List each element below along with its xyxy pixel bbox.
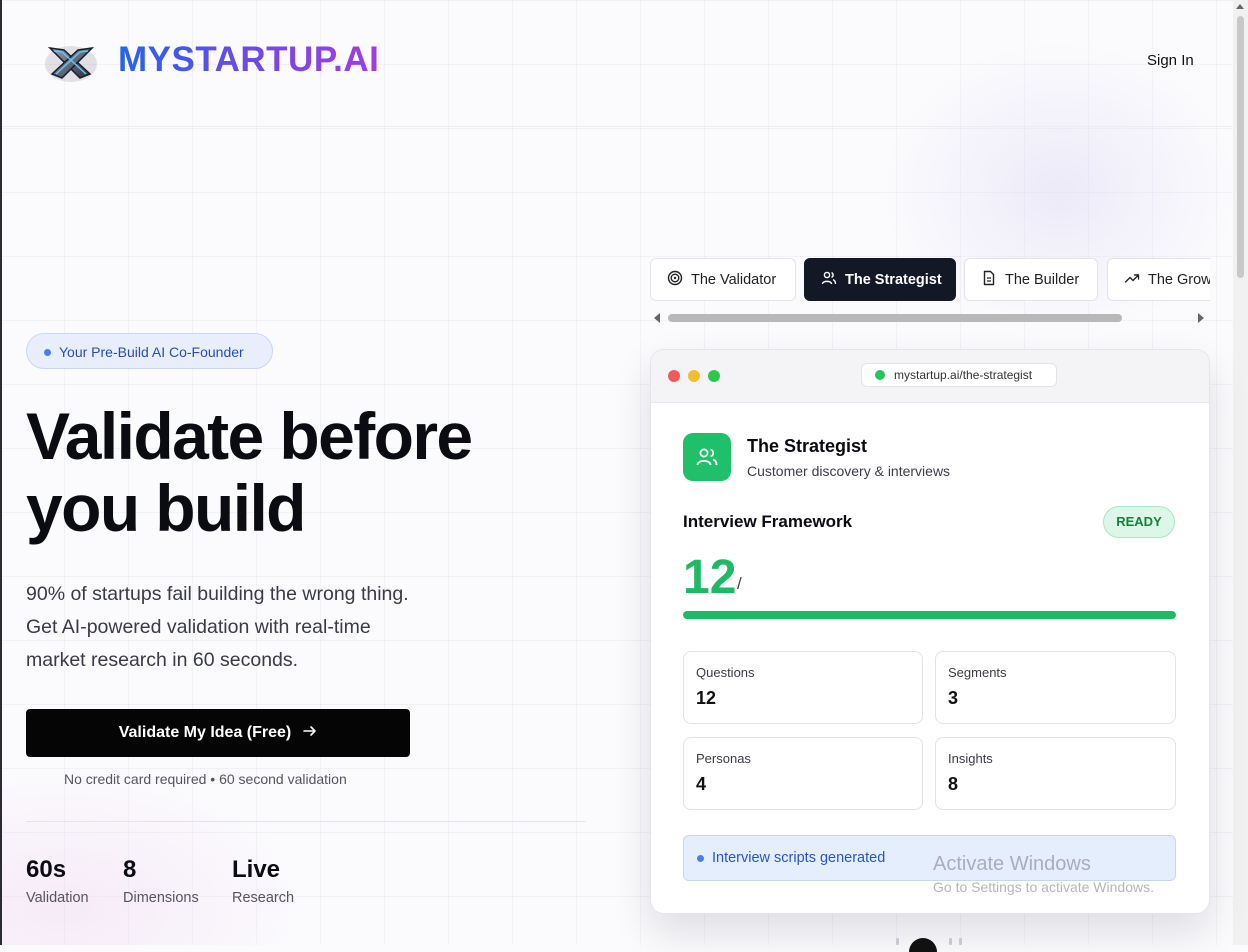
hero-badge: Your Pre-Build AI Co-Founder [26,333,273,369]
tab-label: The Validator [691,271,777,288]
tab-the-strategist[interactable]: The Strategist [804,258,956,301]
pager-active-dot[interactable] [909,938,937,952]
browser-chrome: mystartup.ai/the-strategist [651,350,1209,403]
stat-validation: 60s Validation [26,856,89,906]
metric-label: Segments [948,665,1007,680]
crossed-links-logo-icon[interactable] [42,38,100,86]
scroll-up-arrow-icon[interactable] [1236,4,1244,9]
tabs-scrollbar[interactable] [652,311,1208,325]
agent-description: Customer discovery & interviews [747,463,951,479]
brand-name[interactable]: MYSTARTUP.AI [118,40,379,80]
cta-label: Validate My Idea (Free) [118,724,292,741]
subtext-line-3: market research in 60 seconds. [26,649,299,671]
maximize-dot-icon [708,370,720,382]
preview-window: mystartup.ai/the-strategist The Strategi… [650,349,1210,914]
framework-progress-bar [683,611,1176,619]
stat-dimensions: 8 Dimensions [123,856,199,906]
hero-subtext: 90% of startups fail building the wrong … [26,578,486,677]
metric-insights: Insights 8 [935,737,1176,810]
metric-label: Personas [696,751,751,766]
tab-the-builder[interactable]: The Builder [964,258,1098,301]
stat-value: Live [232,856,281,883]
scroll-right-arrow-icon[interactable] [1198,313,1204,323]
url-text: mystartup.ai/the-strategist [894,368,1033,382]
metric-value: 4 [696,774,707,794]
tab-label: The Growth [1148,271,1210,288]
stat-label: Validation [26,890,89,906]
secure-dot-icon [875,370,885,380]
framework-count: 12 [683,551,737,604]
pager-dot[interactable] [959,938,962,945]
validate-idea-button[interactable]: Validate My Idea (Free) [26,709,410,757]
scripts-notice: Interview scripts generated [683,835,1176,881]
stat-value: 60s [26,856,67,883]
status-badge: READY [1103,506,1175,538]
sign-in-link[interactable]: Sign In [1147,52,1194,69]
headline-line-1: Validate before [26,399,473,473]
carousel-pager[interactable] [893,936,965,952]
arrow-right-icon [303,724,317,743]
notice-dot-icon [697,855,704,862]
progress-fill [683,611,1176,619]
stats-divider [26,821,586,822]
framework-title: Interview Framework [683,512,853,531]
metric-value: 12 [696,688,717,708]
stat-label: Research [232,890,295,906]
tab-label: The Builder [1005,271,1080,288]
strategist-users-icon [683,433,731,481]
stat-label: Dimensions [123,890,199,906]
badge-label: Your Pre-Build AI Co-Founder [59,344,244,360]
page-scrollbar[interactable] [1233,0,1248,945]
scrollbar-thumb[interactable] [1237,16,1244,278]
pager-dot[interactable] [949,938,952,945]
tab-the-validator[interactable]: The Validator [650,258,796,301]
activate-windows-title: Activate Windows [933,853,1091,875]
stat-value: 8 [123,856,137,883]
notice-text: Interview scripts generated [712,850,886,866]
subtext-line-2: Get AI-powered validation with real-time [26,616,371,638]
hero-headline: Validate before you build [26,400,606,544]
trending-up-icon [1124,270,1140,290]
badge-dot-icon [44,349,51,356]
framework-count-suffix: / [737,574,742,593]
users-icon [821,270,837,290]
scroll-left-arrow-icon[interactable] [654,313,660,323]
tab-the-growth[interactable]: The Growth [1107,258,1210,301]
tabs-scrollbar-thumb[interactable] [668,314,1122,322]
metric-label: Insights [948,751,993,766]
window-edge [0,0,2,945]
pager-dot[interactable] [896,938,899,945]
site-header: MYSTARTUP.AI Sign In [2,0,1232,127]
activate-windows-subtitle: Go to Settings to activate Windows. [933,879,1154,895]
target-icon [667,270,683,290]
stat-research: Live Research [232,856,294,906]
metric-segments: Segments 3 [935,651,1176,724]
background-glow-left [0,760,320,945]
minimize-dot-icon [688,370,700,382]
agent-tabs: The Validator The Strategist The Builder… [650,258,1210,302]
subtext-line-1: 90% of startups fail building the wrong … [26,583,409,605]
document-icon [981,270,997,290]
metric-value: 3 [948,688,959,708]
tab-label: The Strategist [845,271,942,288]
cta-note: No credit card required • 60 second vali… [64,771,347,787]
url-bar: mystartup.ai/the-strategist [861,363,1057,387]
metric-label: Questions [696,665,755,680]
metric-personas: Personas 4 [683,737,923,810]
close-dot-icon [668,370,680,382]
headline-line-2: you build [26,471,307,545]
agent-name: The Strategist [747,436,868,456]
metric-questions: Questions 12 [683,651,923,724]
metric-value: 8 [948,774,959,794]
